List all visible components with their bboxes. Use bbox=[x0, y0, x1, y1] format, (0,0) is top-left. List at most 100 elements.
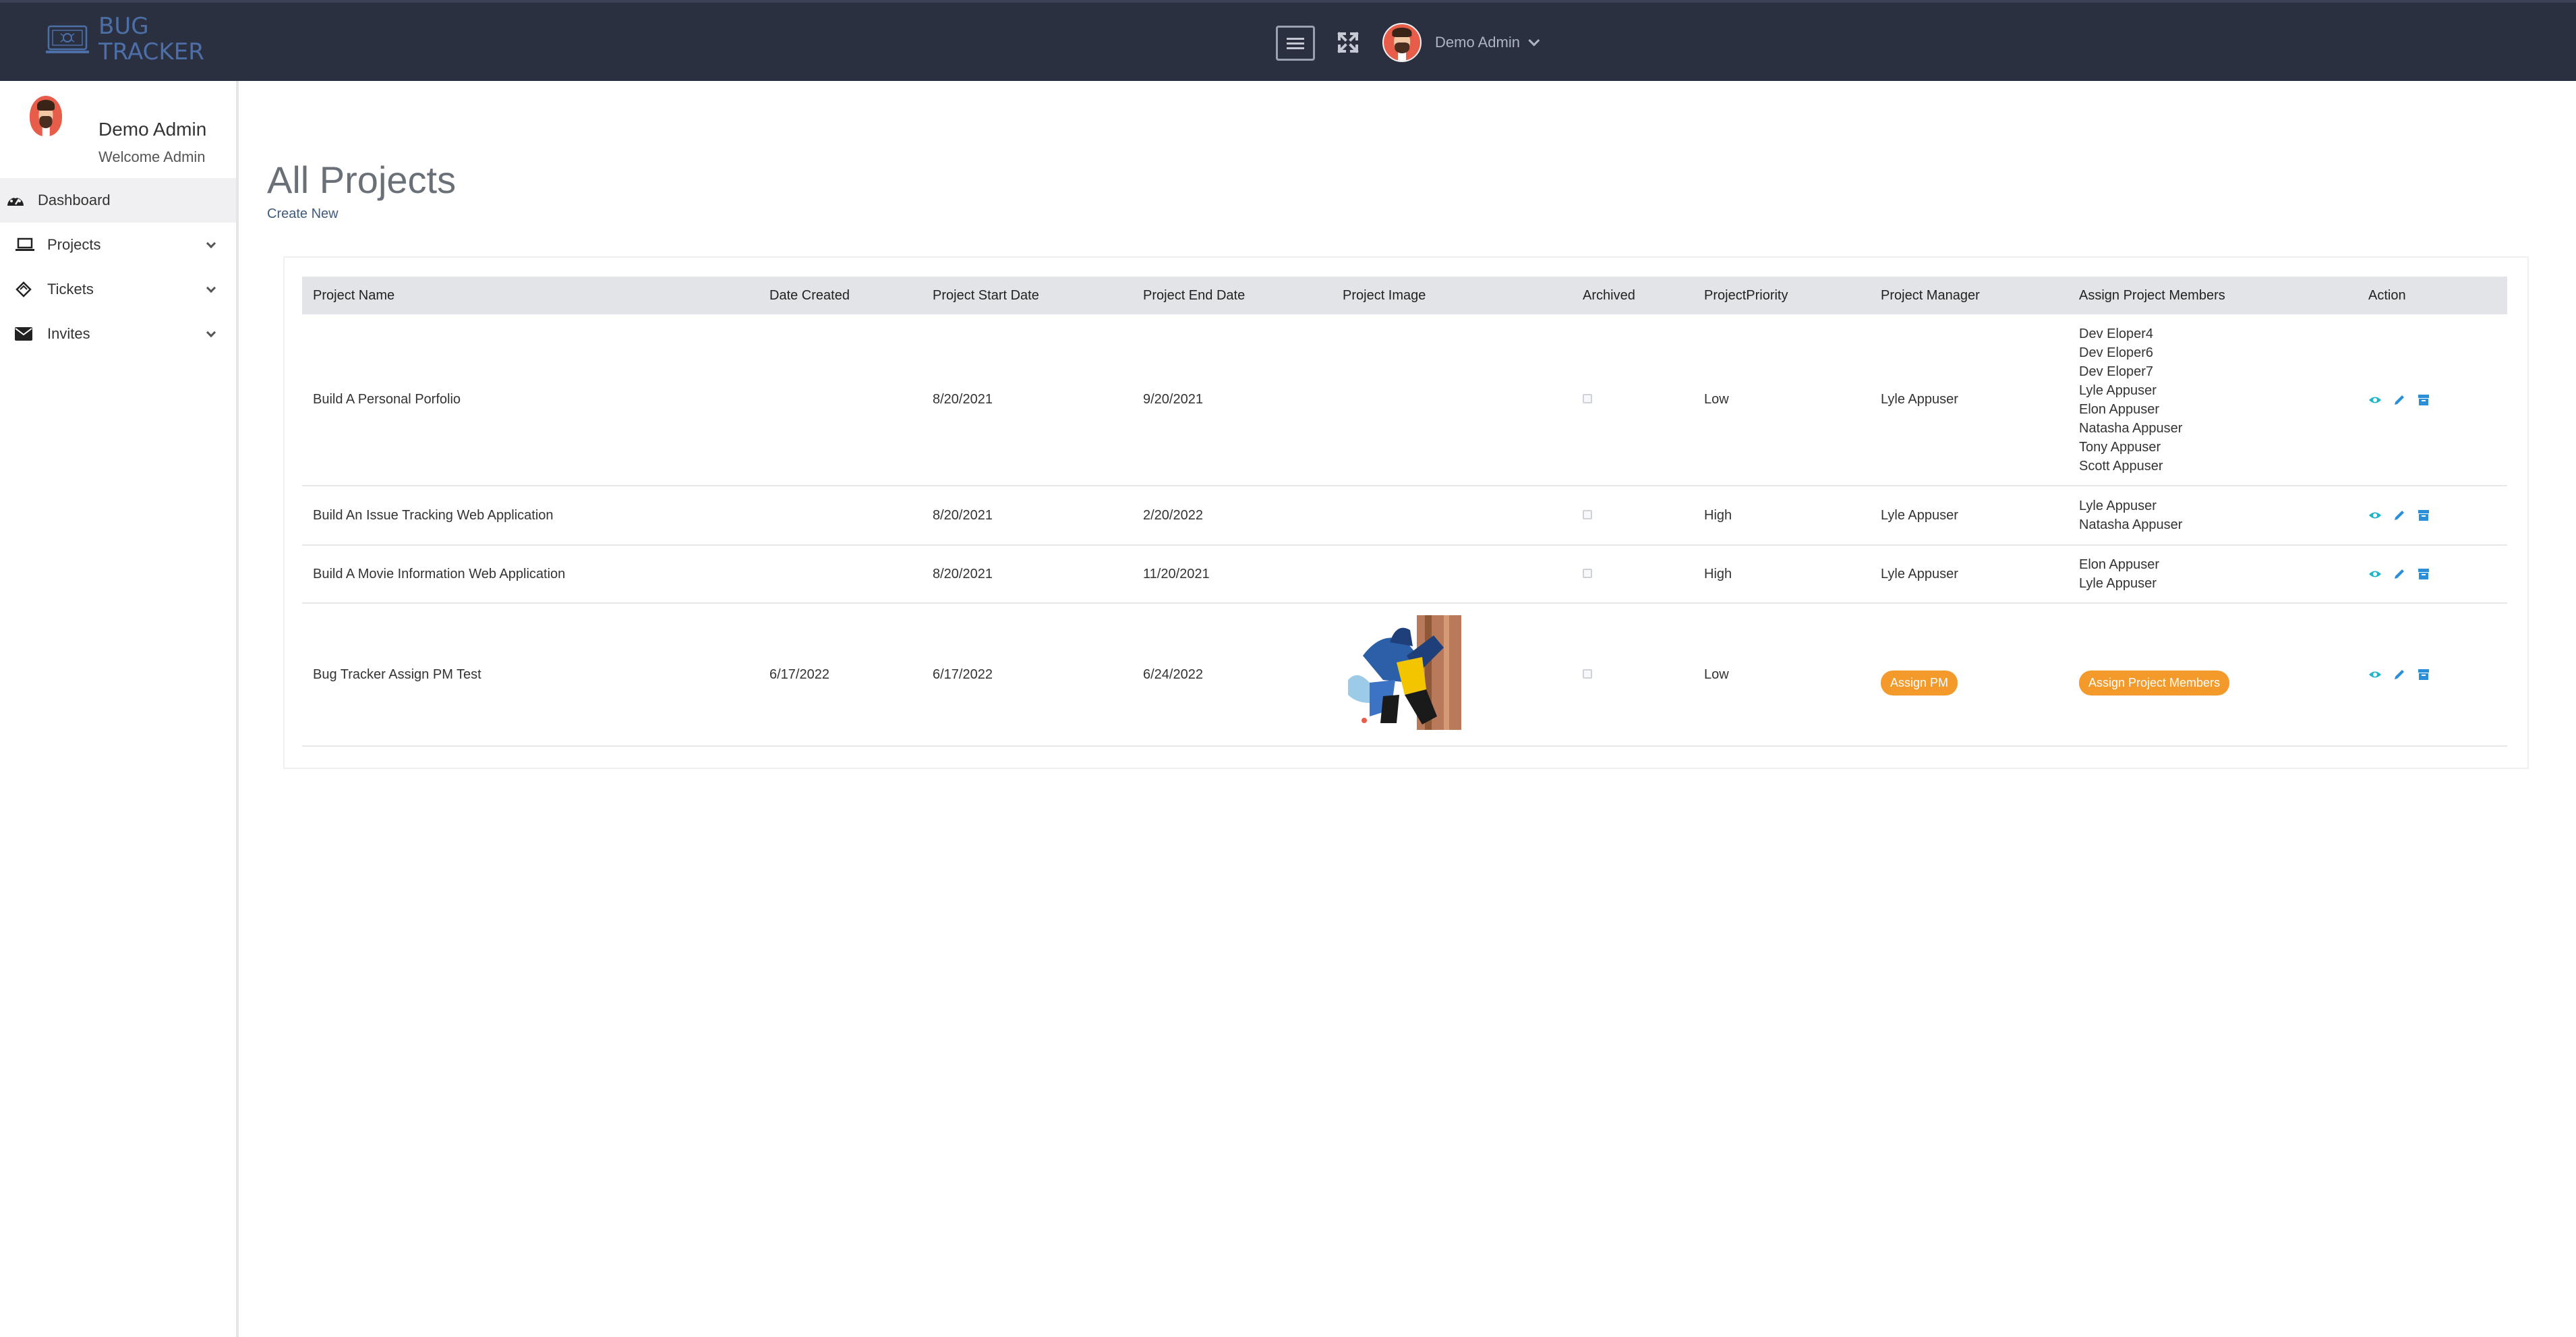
brand-line-2: TRACKER bbox=[98, 38, 204, 65]
sidebar-item-label: Invites bbox=[47, 325, 90, 342]
dashboard-gauge-icon bbox=[5, 190, 26, 210]
member-name: Dev Eloper6 bbox=[2079, 345, 2154, 360]
sidebar: Demo Admin Welcome Admin Dashboard Proje… bbox=[0, 81, 239, 1337]
project-manager: Lyle Appuser bbox=[1870, 545, 2068, 604]
project-name: Build A Personal Porfolio bbox=[302, 314, 759, 486]
envelope-icon bbox=[13, 324, 34, 344]
table-header-row: Project Name Date Created Project Start … bbox=[302, 277, 2507, 314]
member-name: Dev Eloper4 bbox=[2079, 326, 2154, 341]
column-header[interactable]: Archived bbox=[1572, 277, 1693, 314]
date-created bbox=[759, 486, 922, 546]
eye-icon[interactable] bbox=[2368, 567, 2382, 581]
end-date: 2/20/2022 bbox=[1132, 486, 1332, 546]
user-menu[interactable]: Demo Admin bbox=[1382, 23, 1540, 62]
member-name: Lyle Appuser bbox=[2079, 382, 2157, 398]
member-name: Dev Eloper7 bbox=[2079, 364, 2154, 379]
member-name: Natasha Appuser bbox=[2079, 420, 2183, 436]
create-new-link[interactable]: Create New bbox=[267, 206, 339, 222]
member-name: Natasha Appuser bbox=[2079, 517, 2183, 532]
sidebar-nav: Dashboard Projects Tickets Invites bbox=[0, 178, 236, 356]
sidebar-item-label: Dashboard bbox=[38, 192, 111, 208]
pencil-icon[interactable] bbox=[2393, 668, 2406, 681]
pencil-icon[interactable] bbox=[2393, 509, 2406, 522]
priority: Low bbox=[1693, 314, 1870, 486]
pencil-icon[interactable] bbox=[2393, 393, 2406, 407]
column-header[interactable]: Date Created bbox=[759, 277, 922, 314]
table-row: Build A Movie Information Web Applicatio… bbox=[302, 545, 2507, 604]
column-header[interactable]: Action bbox=[2358, 277, 2507, 314]
project-manager: Lyle Appuser bbox=[1870, 486, 2068, 546]
archived-cell bbox=[1572, 486, 1693, 546]
start-date: 6/17/2022 bbox=[922, 603, 1132, 747]
hamburger-menu-icon bbox=[1287, 38, 1304, 49]
archive-box-icon[interactable] bbox=[2417, 393, 2430, 407]
member-name: Elon Appuser bbox=[2079, 401, 2159, 417]
column-header[interactable]: Project Manager bbox=[1870, 277, 2068, 314]
chevron-down-icon bbox=[206, 327, 216, 338]
project-members-cell: Assign Project Members bbox=[2068, 603, 2358, 747]
chevron-down-icon bbox=[1528, 34, 1540, 47]
sidebar-item-label: Projects bbox=[47, 236, 101, 253]
eye-icon[interactable] bbox=[2368, 668, 2382, 681]
column-header[interactable]: Project End Date bbox=[1132, 277, 1332, 314]
project-image-thumbnail[interactable] bbox=[1343, 615, 1461, 730]
priority: High bbox=[1693, 486, 1870, 546]
sidebar-item-projects[interactable]: Projects bbox=[0, 223, 236, 267]
assign-pm-button[interactable]: Assign PM bbox=[1881, 670, 1958, 695]
chevron-down-icon bbox=[206, 238, 216, 249]
top-navbar: BUG TRACKER Demo Admin bbox=[0, 0, 2576, 81]
member-name: Lyle Appuser bbox=[2079, 576, 2157, 591]
archived-checkbox bbox=[1583, 668, 1592, 679]
fullscreen-icon[interactable] bbox=[1335, 30, 1361, 55]
archive-box-icon[interactable] bbox=[2417, 567, 2430, 581]
column-header[interactable]: Assign Project Members bbox=[2068, 277, 2358, 314]
action-cell bbox=[2358, 603, 2507, 747]
start-date: 8/20/2021 bbox=[922, 545, 1132, 604]
sidebar-user-name: Demo Admin bbox=[98, 119, 207, 140]
column-header[interactable]: Project Start Date bbox=[922, 277, 1132, 314]
project-name: Build A Movie Information Web Applicatio… bbox=[302, 545, 759, 604]
date-created bbox=[759, 314, 922, 486]
archived-cell bbox=[1572, 314, 1693, 486]
column-header[interactable]: ProjectPriority bbox=[1693, 277, 1870, 314]
brand-line-1: BUG bbox=[98, 13, 149, 40]
project-image-cell bbox=[1332, 545, 1572, 604]
sidebar-toggle-button[interactable] bbox=[1276, 26, 1315, 61]
projects-table: Project Name Date Created Project Start … bbox=[302, 277, 2507, 747]
archived-checkbox bbox=[1583, 509, 1592, 519]
brand-logo[interactable]: BUG TRACKER bbox=[46, 13, 204, 65]
sidebar-item-invites[interactable]: Invites bbox=[0, 312, 236, 356]
table-row: Bug Tracker Assign PM Test 6/17/2022 6/1… bbox=[302, 603, 2507, 747]
assign-project-members-button[interactable]: Assign Project Members bbox=[2079, 670, 2230, 695]
member-name: Elon Appuser bbox=[2079, 557, 2159, 572]
priority: High bbox=[1693, 545, 1870, 604]
archive-box-icon[interactable] bbox=[2417, 509, 2430, 522]
end-date: 11/20/2021 bbox=[1132, 545, 1332, 604]
member-name: Lyle Appuser bbox=[2079, 499, 2157, 513]
page-title: All Projects bbox=[267, 159, 457, 201]
pencil-icon[interactable] bbox=[2393, 567, 2406, 581]
date-created: 6/17/2022 bbox=[759, 603, 922, 747]
end-date: 6/24/2022 bbox=[1132, 603, 1332, 747]
brand-name: BUG TRACKER bbox=[98, 13, 204, 65]
sidebar-item-dashboard[interactable]: Dashboard bbox=[0, 178, 236, 223]
table-row: Build An Issue Tracking Web Application … bbox=[302, 486, 2507, 546]
member-name: Scott Appuser bbox=[2079, 458, 2163, 474]
sidebar-user-subtitle: Welcome Admin bbox=[98, 148, 206, 165]
archived-cell bbox=[1572, 545, 1693, 604]
sidebar-item-tickets[interactable]: Tickets bbox=[0, 267, 236, 312]
action-cell bbox=[2358, 486, 2507, 546]
project-name: Bug Tracker Assign PM Test bbox=[302, 603, 759, 747]
eye-icon[interactable] bbox=[2368, 393, 2382, 407]
sidebar-avatar bbox=[30, 96, 62, 136]
project-members: Lyle Appuser Natasha Appuser bbox=[2068, 486, 2358, 546]
archive-box-icon[interactable] bbox=[2417, 668, 2430, 681]
column-header[interactable]: Project Image bbox=[1332, 277, 1572, 314]
archived-checkbox bbox=[1583, 568, 1592, 578]
project-manager-cell: Assign PM bbox=[1870, 603, 2068, 747]
action-cell bbox=[2358, 314, 2507, 486]
column-header[interactable]: Project Name bbox=[302, 277, 759, 314]
eye-icon[interactable] bbox=[2368, 509, 2382, 522]
priority: Low bbox=[1693, 603, 1870, 747]
bug-tracker-logo-icon bbox=[46, 25, 89, 53]
